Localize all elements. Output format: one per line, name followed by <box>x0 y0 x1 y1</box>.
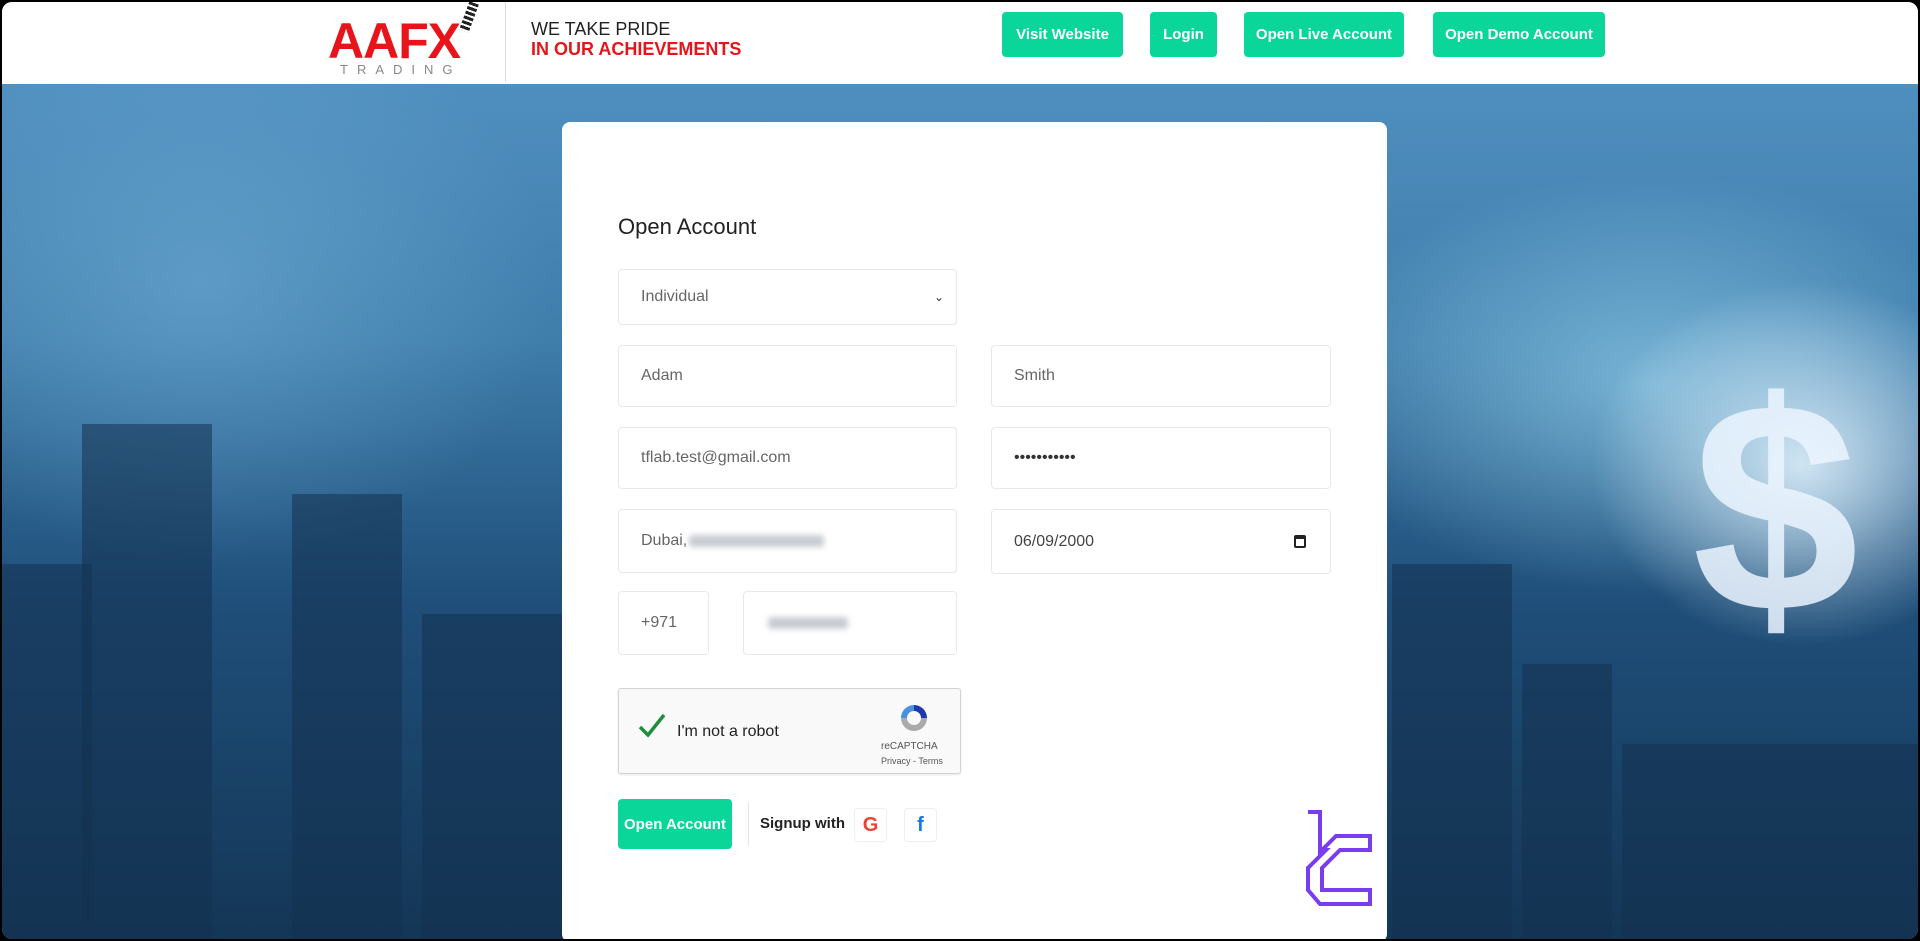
dollar-sign-graphic: $ <box>1692 339 1859 675</box>
email-input[interactable]: tflab.test@gmail.com <box>618 427 957 489</box>
recaptcha-links[interactable]: Privacy - Terms <box>881 756 943 766</box>
redacted-text <box>689 535 825 547</box>
login-button[interactable]: Login <box>1150 12 1217 57</box>
captcha-label: I'm not a robot <box>677 723 779 740</box>
signup-with-label: Signup with <box>760 815 845 832</box>
first-name-input[interactable]: Adam <box>618 345 957 407</box>
account-type-value: Individual <box>641 288 709 305</box>
redacted-text <box>768 617 848 629</box>
recaptcha-logo-icon <box>897 701 931 735</box>
last-name-input[interactable]: Smith <box>991 345 1331 407</box>
tagline-line-2: IN OUR ACHIEVEMENTS <box>531 39 742 59</box>
chevron-down-icon: ⌄ <box>933 290 944 304</box>
recaptcha-widget: I'm not a robot reCAPTCHA Privacy - Term… <box>618 688 961 774</box>
watermark-logo-icon <box>1306 810 1372 906</box>
open-live-account-button[interactable]: Open Live Account <box>1244 12 1404 57</box>
form-title: Open Account <box>618 214 757 239</box>
date-of-birth-input[interactable]: 06/09/2000 <box>991 509 1331 574</box>
dob-value: 06/09/2000 <box>1014 532 1095 550</box>
aafx-logo[interactable]: AAFX TRADING <box>328 2 479 80</box>
open-demo-account-button[interactable]: Open Demo Account <box>1433 12 1605 57</box>
open-account-submit-button[interactable]: Open Account <box>618 799 732 849</box>
google-icon: G <box>862 813 879 836</box>
facebook-signup-button[interactable]: f <box>904 808 937 842</box>
google-signup-button[interactable]: G <box>854 808 887 842</box>
phone-number-input[interactable] <box>743 591 957 655</box>
logo-subtext: TRADING <box>340 62 462 77</box>
address-value: Dubai, <box>641 532 688 549</box>
visit-website-button[interactable]: Visit Website <box>1002 12 1123 57</box>
open-account-card: Open Account Individual ⌄ Adam Smith tfl… <box>562 122 1387 939</box>
divider <box>505 2 506 82</box>
tagline-line-1: WE TAKE PRIDE <box>531 19 671 39</box>
password-input[interactable]: ••••••••••• <box>991 427 1331 489</box>
checkmark-icon[interactable] <box>637 711 667 741</box>
header: AAFX TRADING WE TAKE PRIDE IN OUR ACHIEV… <box>2 2 1918 84</box>
page: AAFX TRADING WE TAKE PRIDE IN OUR ACHIEV… <box>2 2 1918 939</box>
logo-stripes <box>459 2 479 33</box>
address-input[interactable]: Dubai, <box>618 509 957 573</box>
phone-code-input[interactable]: +971 <box>618 591 709 655</box>
account-type-select[interactable]: Individual ⌄ <box>618 269 957 325</box>
calendar-icon[interactable] <box>1294 535 1306 548</box>
recaptcha-brand: reCAPTCHA <box>881 741 938 752</box>
divider <box>748 802 749 846</box>
facebook-icon: f <box>917 813 924 836</box>
